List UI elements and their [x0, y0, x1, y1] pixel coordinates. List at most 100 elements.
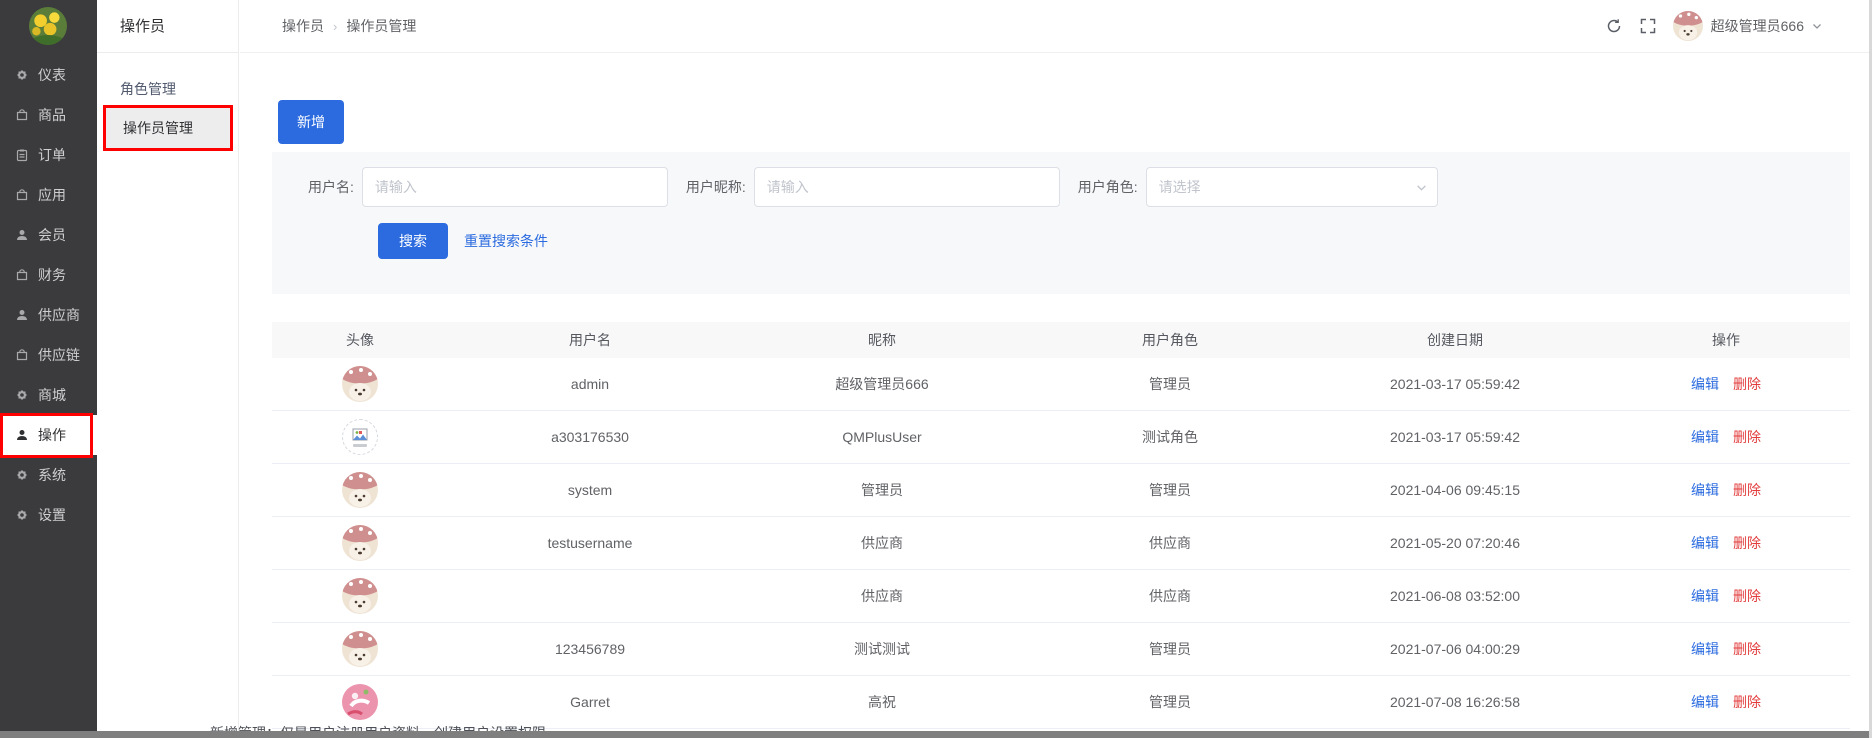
delete-link[interactable]: 删除: [1733, 692, 1761, 712]
fullscreen-icon[interactable]: [1639, 17, 1657, 35]
breadcrumb-separator-icon: ›: [333, 19, 337, 34]
user-menu[interactable]: 超级管理员666: [1673, 11, 1822, 41]
edit-link[interactable]: 编辑: [1691, 480, 1719, 500]
sidebar-item-label: 操作: [38, 425, 66, 445]
bag-icon: [15, 188, 29, 202]
cell-username: Garret: [448, 694, 732, 710]
broken-image-icon: [342, 419, 378, 455]
cell-nickname: 供应商: [732, 586, 1032, 606]
sidebar-item-mall[interactable]: 商城: [0, 375, 97, 415]
user-avatar: [342, 578, 378, 614]
cell-role: 供应商: [1032, 533, 1308, 553]
person-icon: [15, 228, 29, 242]
cell-role: 供应商: [1032, 586, 1308, 606]
sidebar-item-apps[interactable]: 应用: [0, 175, 97, 215]
cell-nickname: 供应商: [732, 533, 1032, 553]
role-select-placeholder: 请选择: [1159, 177, 1201, 197]
app-logo[interactable]: [29, 7, 67, 45]
sidebar-item-label: 会员: [38, 225, 66, 245]
nickname-input[interactable]: [754, 167, 1060, 207]
sidebar-item-label: 系统: [38, 465, 66, 485]
sidebar-item-label: 供应链: [38, 345, 80, 365]
column-header-username: 用户名: [448, 330, 732, 350]
sidebar-item-label: 商城: [38, 385, 66, 405]
delete-link[interactable]: 删除: [1733, 586, 1761, 606]
table-row: Garret 高祝 管理员 2021-07-08 16:26:58 编辑删除: [272, 676, 1850, 729]
sidebar-item-dashboard[interactable]: 仪表: [0, 55, 97, 95]
edit-link[interactable]: 编辑: [1691, 374, 1719, 394]
column-header-created: 创建日期: [1308, 330, 1602, 350]
header-actions: 超级管理员666: [1605, 11, 1822, 41]
breadcrumb: 操作员 › 操作员管理: [282, 16, 416, 36]
cell-created: 2021-03-17 05:59:42: [1308, 429, 1602, 445]
bag-icon: [15, 268, 29, 282]
sidebar-item-label: 供应商: [38, 305, 80, 325]
add-button[interactable]: 新增: [278, 100, 344, 144]
cell-nickname: 超级管理员666: [732, 374, 1032, 394]
sidebar-item-orders[interactable]: 订单: [0, 135, 97, 175]
role-select[interactable]: 请选择: [1146, 167, 1438, 207]
cell-username: system: [448, 482, 732, 498]
table-row: 供应商 供应商 2021-06-08 03:52:00 编辑删除: [272, 570, 1850, 623]
search-form: 用户名: 用户昵称: 用户角色: 请选择: [308, 167, 1438, 207]
top-header: 操作员 › 操作员管理 超级管理员666: [240, 0, 1872, 53]
cell-created: 2021-03-17 05:59:42: [1308, 376, 1602, 392]
sidebar-nav: 仪表 商品 订单 应用 会员 财务: [0, 55, 97, 535]
breadcrumb-item[interactable]: 操作员: [282, 16, 324, 36]
username-input[interactable]: [362, 167, 668, 207]
sidebar-item-label: 商品: [38, 105, 66, 125]
cell-created: 2021-07-08 16:26:58: [1308, 694, 1602, 710]
sidebar-item-suppliers[interactable]: 供应商: [0, 295, 97, 335]
window-bottom-edge: [0, 731, 1872, 738]
cell-username: testusername: [448, 535, 732, 551]
submenu-title: 操作员: [97, 0, 238, 53]
main-area: 操作员 › 操作员管理 超级管理员666: [240, 0, 1872, 731]
table-row: admin 超级管理员666 管理员 2021-03-17 05:59:42 编…: [272, 358, 1850, 411]
sidebar-item-finance[interactable]: 财务: [0, 255, 97, 295]
delete-link[interactable]: 删除: [1733, 639, 1761, 659]
user-avatar: [342, 631, 378, 667]
sidebar-item-goods[interactable]: 商品: [0, 95, 97, 135]
sidebar-item-supply-chain[interactable]: 供应链: [0, 335, 97, 375]
gear-icon: [15, 508, 29, 522]
breadcrumb-item-current: 操作员管理: [346, 16, 416, 36]
tulip-logo-image: [29, 7, 67, 45]
cell-username: a303176530: [448, 429, 732, 445]
user-name: 超级管理员666: [1711, 16, 1804, 36]
sidebar-item-operations[interactable]: 操作: [0, 415, 97, 455]
cell-created: 2021-06-08 03:52:00: [1308, 588, 1602, 604]
clipboard-icon: [15, 148, 29, 162]
delete-link[interactable]: 删除: [1733, 533, 1761, 553]
users-table: 头像 用户名 昵称 用户角色 创建日期 操作 admin 超级管理员666 管理…: [272, 322, 1850, 729]
cell-nickname: 管理员: [732, 480, 1032, 500]
sidebar-item-members[interactable]: 会员: [0, 215, 97, 255]
refresh-icon[interactable]: [1605, 17, 1623, 35]
cell-created: 2021-04-06 09:45:15: [1308, 482, 1602, 498]
chevron-down-icon: [1812, 21, 1822, 31]
sidebar-item-label: 设置: [38, 505, 66, 525]
cell-username: 123456789: [448, 641, 732, 657]
delete-link[interactable]: 删除: [1733, 374, 1761, 394]
edit-link[interactable]: 编辑: [1691, 586, 1719, 606]
sidebar-item-system[interactable]: 系统: [0, 455, 97, 495]
submenu-item-role-management[interactable]: 角色管理: [97, 69, 238, 109]
sidebar-item-label: 应用: [38, 185, 66, 205]
chevron-down-icon: [1416, 182, 1427, 193]
role-label: 用户角色:: [1078, 177, 1138, 197]
delete-link[interactable]: 删除: [1733, 480, 1761, 500]
edit-link[interactable]: 编辑: [1691, 427, 1719, 447]
edit-link[interactable]: 编辑: [1691, 639, 1719, 659]
table-row: testusername 供应商 供应商 2021-05-20 07:20:46…: [272, 517, 1850, 570]
delete-link[interactable]: 删除: [1733, 427, 1761, 447]
sidebar-item-settings[interactable]: 设置: [0, 495, 97, 535]
submenu-item-operator-management[interactable]: 操作员管理: [103, 105, 233, 151]
cell-nickname: 测试测试: [732, 639, 1032, 659]
cell-username: admin: [448, 376, 732, 392]
cell-created: 2021-07-06 04:00:29: [1308, 641, 1602, 657]
search-button[interactable]: 搜索: [378, 223, 448, 259]
person-icon: [15, 308, 29, 322]
edit-link[interactable]: 编辑: [1691, 692, 1719, 712]
edit-link[interactable]: 编辑: [1691, 533, 1719, 553]
dashboard-gear-icon: [15, 68, 29, 82]
reset-search-link[interactable]: 重置搜索条件: [464, 231, 548, 251]
